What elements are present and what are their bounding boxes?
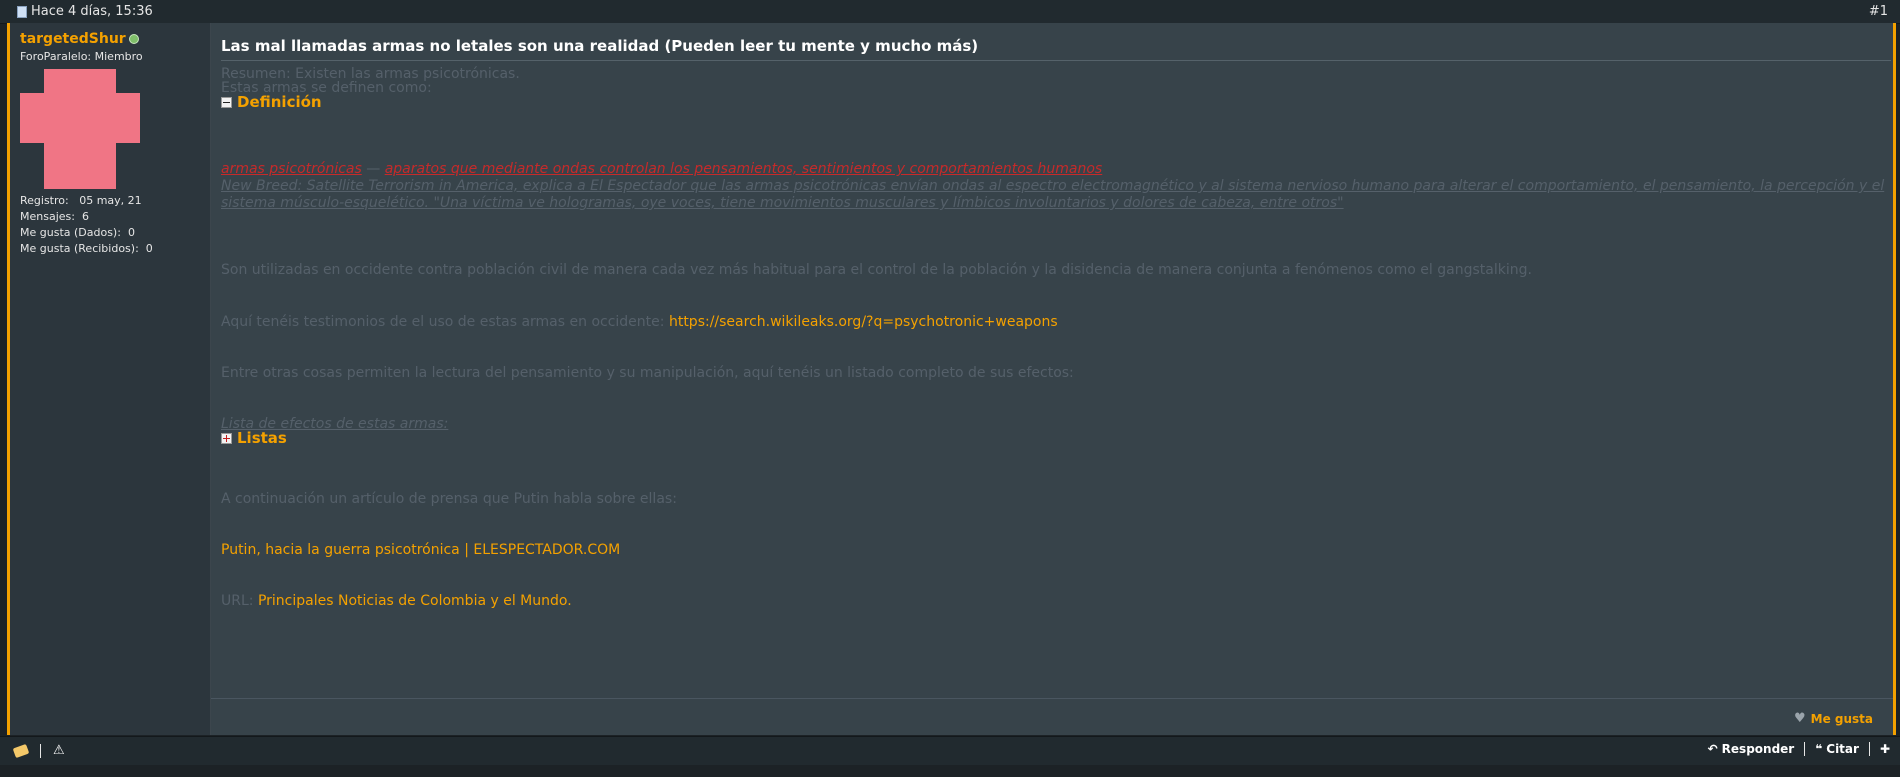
post-date: Hace 4 días, 15:36 [17, 4, 153, 19]
multiquote-button[interactable]: ✚ [1880, 742, 1890, 756]
paragraph-testimonios: Aquí tenéis testimonios de el uso de est… [221, 314, 1058, 330]
wikileaks-link[interactable]: https://search.wikileaks.org/?q=psychotr… [669, 314, 1058, 330]
paragraph-putin: A continuación un artículo de prensa que… [221, 491, 677, 507]
author-stats: Registro: 05 may, 21 Mensajes: 6 Me gust… [20, 193, 153, 257]
post-header-bar: Hace 4 días, 15:36 #1 [0, 0, 1900, 24]
quoted-article-text: New Breed: Satellite Terrorism in Americ… [221, 178, 1885, 211]
expand-icon[interactable] [221, 433, 232, 444]
report-warning-icon[interactable]: ⚠ [53, 743, 65, 758]
author-username-text[interactable]: targetedShur [20, 31, 126, 47]
like-label[interactable]: Me gusta [1811, 712, 1873, 726]
stat-likes-received: Me gusta (Recibidos): 0 [20, 242, 153, 255]
online-status-icon [128, 34, 139, 44]
spoiler-definicion-label[interactable]: Definición [237, 94, 322, 111]
like-button[interactable]: ♥ Me gusta [1794, 711, 1873, 726]
elespectador-link[interactable]: Principales Noticias de Colombia y el Mu… [258, 593, 572, 609]
reply-button[interactable]: ↶ Responder [1708, 742, 1795, 756]
stat-registro: Registro: 05 may, 21 [20, 194, 142, 207]
content-divider [211, 698, 1893, 699]
post-footer: ⚠ ↶ Responder ❝ Citar ✚ [0, 736, 1900, 765]
document-icon [17, 5, 27, 18]
paragraph-occidente: Son utilizadas en occidente contra pobla… [221, 262, 1532, 278]
author-sidebar: targetedShur ForoParalelo: Miembro Regis… [10, 23, 211, 735]
avatar[interactable] [20, 69, 140, 189]
stat-mensajes: Mensajes: 6 [20, 210, 89, 223]
multiquote-icon: ✚ [1879, 742, 1890, 756]
heart-icon: ♥ [1793, 711, 1806, 726]
collapse-icon[interactable] [221, 97, 232, 108]
author-rank: ForoParalelo: Miembro [20, 50, 143, 63]
putin-article-link[interactable]: Putin, hacia la guerra psicotrónica | EL… [221, 542, 620, 559]
post-title: Las mal llamadas armas no letales son un… [221, 37, 1891, 61]
page-bottom [0, 765, 1900, 777]
definition-line: armas psicotrónicas — aparatos que media… [221, 161, 1103, 177]
quote-icon: ❝ [1815, 742, 1823, 756]
spoiler-listas-label[interactable]: Listas [237, 430, 287, 447]
quote-button[interactable]: ❝ Citar [1815, 742, 1859, 756]
post-number-link[interactable]: #1 [1869, 4, 1888, 19]
paragraph-efectos: Entre otras cosas permiten la lectura de… [221, 365, 1074, 381]
tag-icon[interactable] [12, 743, 30, 758]
post-content: Las mal llamadas armas no letales son un… [211, 23, 1893, 735]
spoiler-listas[interactable]: Listas [221, 430, 287, 447]
reply-icon: ↶ [1707, 742, 1718, 756]
url-line: URL: Principales Noticias de Colombia y … [221, 593, 572, 609]
author-username[interactable]: targetedShur [20, 31, 139, 47]
definition-term-link[interactable]: armas psicotrónicas [221, 161, 362, 177]
spoiler-definicion[interactable]: Definición [221, 94, 322, 111]
post-date-text: Hace 4 días, 15:36 [31, 4, 153, 19]
stat-likes-given: Me gusta (Dados): 0 [20, 226, 135, 239]
definition-text-link[interactable]: aparatos que mediante ondas controlan lo… [385, 161, 1103, 177]
